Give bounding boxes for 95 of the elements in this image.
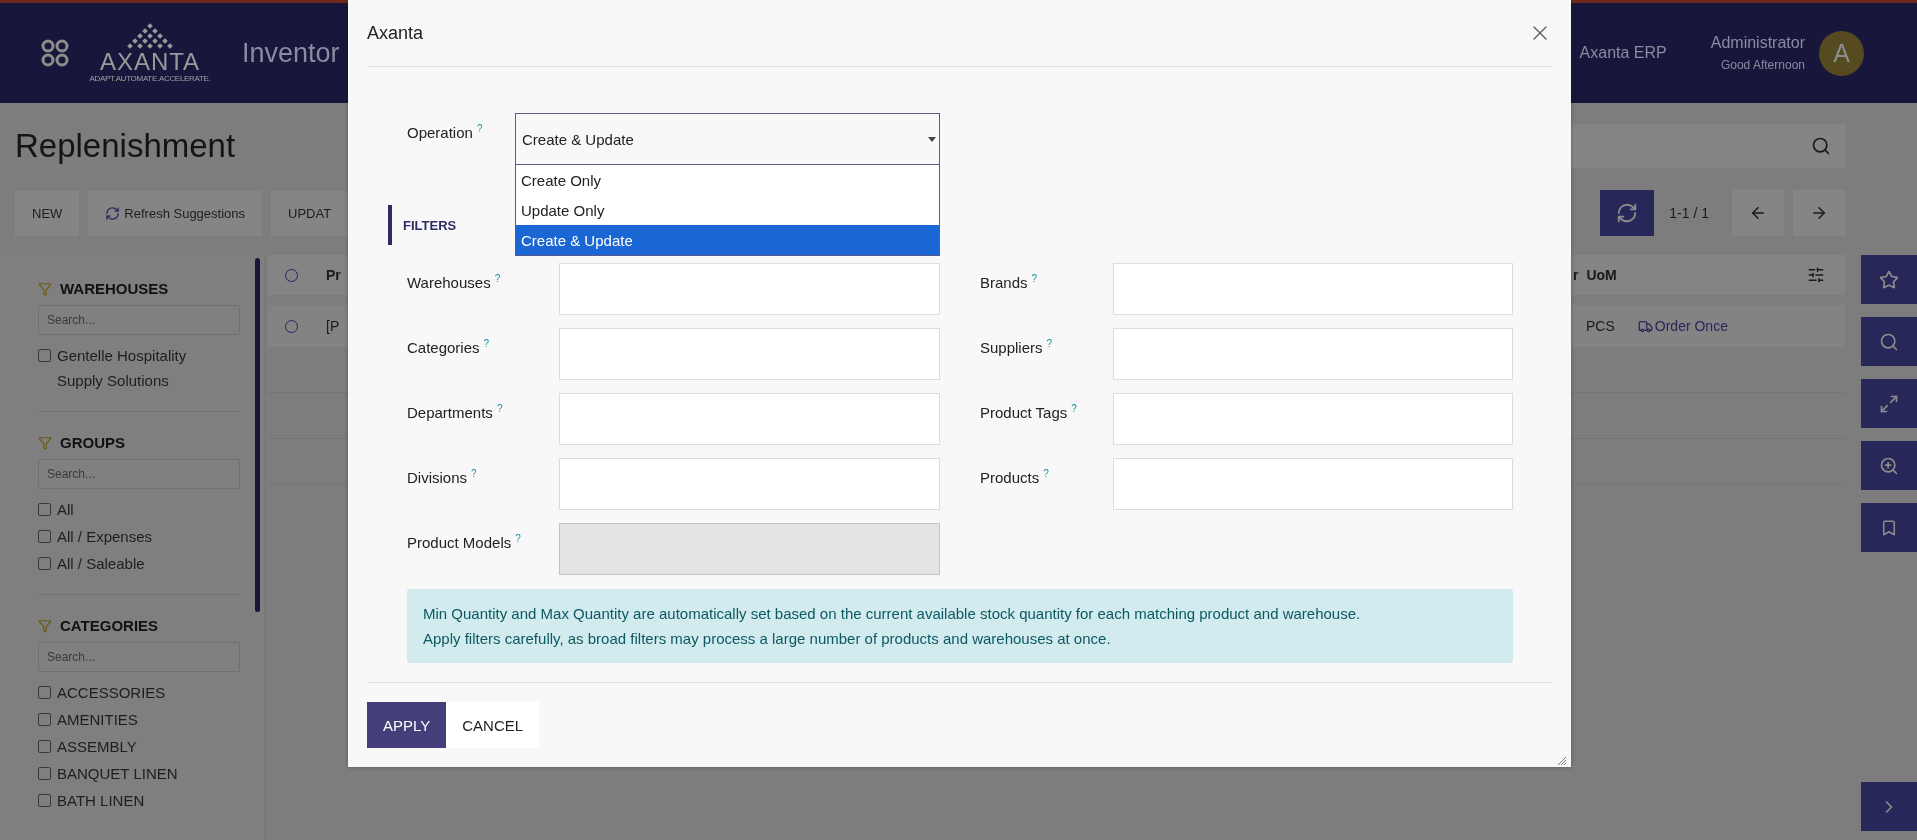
expand-icon [1879,393,1899,414]
input-field[interactable] [1113,328,1513,380]
field-label: Warehouses $^{?}$ [407,272,502,293]
toolbar-button[interactable]: UPDAT [271,190,349,236]
company-name: Axanta ERP [1579,44,1667,62]
dropdown-option[interactable]: Create & Update [516,225,939,255]
input-field[interactable] [1113,263,1513,315]
pager-text: 1-1 / 1 [1669,205,1709,221]
expand-button[interactable] [1861,379,1917,428]
input-field[interactable] [559,328,940,380]
apply-button[interactable]: APPLY [367,702,447,748]
field-label: Departments $^{?}$ [407,402,504,423]
field-label: Product Tags $^{?}$ [980,402,1078,423]
funnel-icon [38,281,52,296]
search-icon [1811,135,1831,156]
field-label: Product Models $^{?}$ [407,532,522,553]
funnel-icon [38,618,52,633]
page-title: Replenishment [15,126,236,165]
bookmark-button[interactable] [1861,503,1917,552]
next-button[interactable] [1793,190,1845,236]
zoom-in-icon [1879,455,1899,476]
app-name: Inventor [242,37,340,69]
truck-icon [1637,318,1653,334]
user-avatar[interactable]: A [1819,30,1864,76]
checkbox[interactable] [38,686,51,699]
toolbar-button[interactable]: NEW [15,190,80,236]
sidebar-search-field[interactable]: Search... [38,459,240,489]
input-field[interactable] [559,458,940,510]
sync-button[interactable] [1600,190,1655,236]
checkbox[interactable] [38,767,51,780]
column-header[interactable]: UoM [1586,267,1617,283]
scrollbar-thumb[interactable] [255,258,260,612]
cancel-button[interactable]: CANCEL [446,702,540,748]
dialog-title: Axanta [367,22,424,44]
field-label: Brands $^{?}$ [980,272,1039,293]
checkbox[interactable] [38,557,51,570]
arrow-right-icon [1810,204,1828,222]
checkbox[interactable] [38,740,51,753]
column-header[interactable]: r [1573,267,1579,283]
table-cell: PCS [1586,318,1615,334]
user-name: Administrator [1710,34,1805,52]
apps-menu-icon[interactable] [40,38,70,68]
checkbox-label[interactable]: All / Expenses [57,524,153,549]
sidebar-search-field[interactable]: Search... [38,642,240,672]
checkbox[interactable] [38,530,51,543]
field-label: Categories $^{?}$ [407,337,491,358]
search-button[interactable] [1861,317,1917,366]
column-header[interactable]: Pr [326,267,341,283]
checkbox-label[interactable]: ACCESSORIES [57,680,166,705]
zoom-in-button[interactable] [1861,441,1917,490]
table-cell: [P [326,318,340,334]
section-title: GROUPS [60,434,125,451]
column-settings-icon[interactable] [1807,266,1825,284]
resize-grip-icon[interactable] [1557,756,1566,765]
star-icon [1879,269,1899,290]
input-field[interactable] [1113,458,1513,510]
greeting: Good Afternoon [1720,58,1805,72]
checkbox[interactable] [38,794,51,807]
favorite-button[interactable] [1861,255,1917,304]
search-icon [1879,331,1899,352]
logo-text: AXANTA [99,50,201,75]
route-link[interactable]: Order Once [1637,318,1728,334]
checkbox-label[interactable]: All / Saleable [57,551,145,576]
checkbox-label[interactable]: Gentelle Hospitality Supply Solutions [57,343,207,393]
caret-icon [928,136,936,142]
checkbox-label[interactable]: ASSEMBLY [57,734,137,759]
info-text: Apply filters carefully, as broad filters may process a large number of products and warehouses at once. [423,629,1112,649]
field-label: Operation $^{?}$ [407,122,484,143]
sidebar-search-field[interactable]: Search... [38,305,240,335]
field-label: Divisions $^{?}$ [407,467,478,488]
refresh-button[interactable]: Refresh Suggestions [88,190,263,236]
checkbox[interactable] [38,713,51,726]
checkbox-label[interactable]: BATH LINEN [57,788,145,813]
section-heading: FILTERS [403,217,457,233]
checkbox-label[interactable]: BANQUET LINEN [57,761,178,786]
input-field[interactable] [559,263,940,315]
field-label: Products $^{?}$ [980,467,1050,488]
checkbox[interactable] [38,349,51,362]
checkbox-label[interactable]: AMENITIES [57,707,138,732]
funnel-icon [38,435,52,450]
logo-tagline: ADAPT.AUTOMATE.ACCELERATE. [89,74,211,84]
bookmark-icon [1880,518,1898,537]
field-label: Suppliers $^{?}$ [980,337,1054,358]
input-field[interactable] [1113,393,1513,445]
previous-button[interactable] [1732,190,1784,236]
section-title: CATEGORIES [60,617,159,634]
sync-icon [1616,202,1639,224]
section-title: WAREHOUSES [60,280,169,297]
info-text: Min Quantity and Max Quantity are automatically set based on the current available stock quantity for each matching product and warehouse. [423,604,1362,624]
refresh-icon [105,205,121,221]
search-field[interactable] [1571,123,1845,168]
checkbox[interactable] [38,503,51,516]
operation-select[interactable]: Create & Update [515,113,940,165]
checkbox-label[interactable]: All [57,497,74,522]
input-field[interactable] [559,393,940,445]
